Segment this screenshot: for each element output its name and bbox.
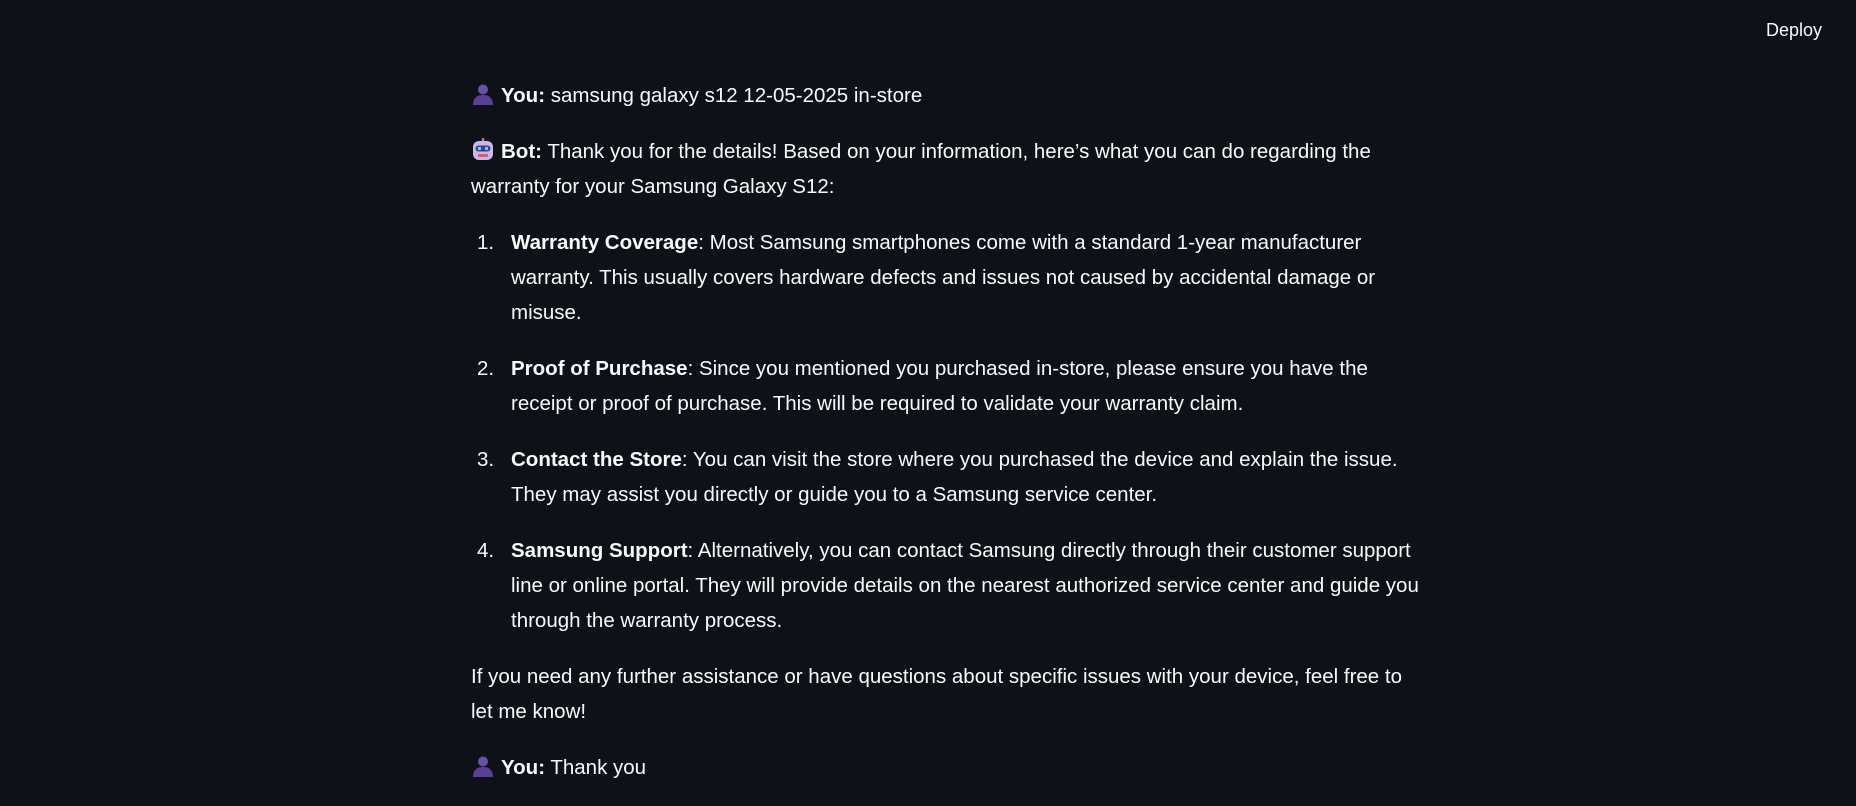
message-text: Thank you xyxy=(550,756,647,779)
user-message: You: Thank you xyxy=(471,750,1421,785)
list-item: 1. Warranty Coverage: Most Samsung smart… xyxy=(471,225,1421,330)
list-item-title: Proof of Purchase xyxy=(511,357,688,380)
bot-message-outro: If you need any further assistance or ha… xyxy=(471,665,1402,723)
message-text: Thank you for the details! Based on your… xyxy=(471,140,1371,198)
user-icon xyxy=(471,82,495,106)
deploy-button[interactable]: Deploy xyxy=(1766,20,1822,41)
speaker-label: Bot: xyxy=(501,140,542,163)
speaker-label: You: xyxy=(501,756,546,779)
list-item-title: Samsung Support xyxy=(511,539,688,562)
list-item: 3. Contact the Store: You can visit the … xyxy=(471,442,1421,512)
warranty-steps-list: 1. Warranty Coverage: Most Samsung smart… xyxy=(471,225,1421,638)
list-number: 3. xyxy=(477,448,495,471)
list-item-title: Warranty Coverage xyxy=(511,231,699,254)
list-item: 4. Samsung Support: Alternatively, you c… xyxy=(471,533,1421,638)
speaker-label: You: xyxy=(501,84,546,107)
user-icon xyxy=(471,754,495,778)
list-number: 1. xyxy=(477,231,495,254)
user-message: You: samsung galaxy s12 12-05-2025 in-st… xyxy=(471,78,1421,113)
bot-message-intro: Bot: Thank you for the details! Based on… xyxy=(471,134,1421,204)
chat-container: You: samsung galaxy s12 12-05-2025 in-st… xyxy=(471,78,1421,806)
list-item-title: Contact the Store xyxy=(511,448,682,471)
message-text: samsung galaxy s12 12-05-2025 in-store xyxy=(550,84,923,107)
list-item: 2. Proof of Purchase: Since you mentione… xyxy=(471,351,1421,421)
top-bar: Deploy xyxy=(0,0,1856,60)
list-number: 2. xyxy=(477,357,495,380)
robot-icon xyxy=(471,137,495,162)
list-number: 4. xyxy=(477,539,495,562)
